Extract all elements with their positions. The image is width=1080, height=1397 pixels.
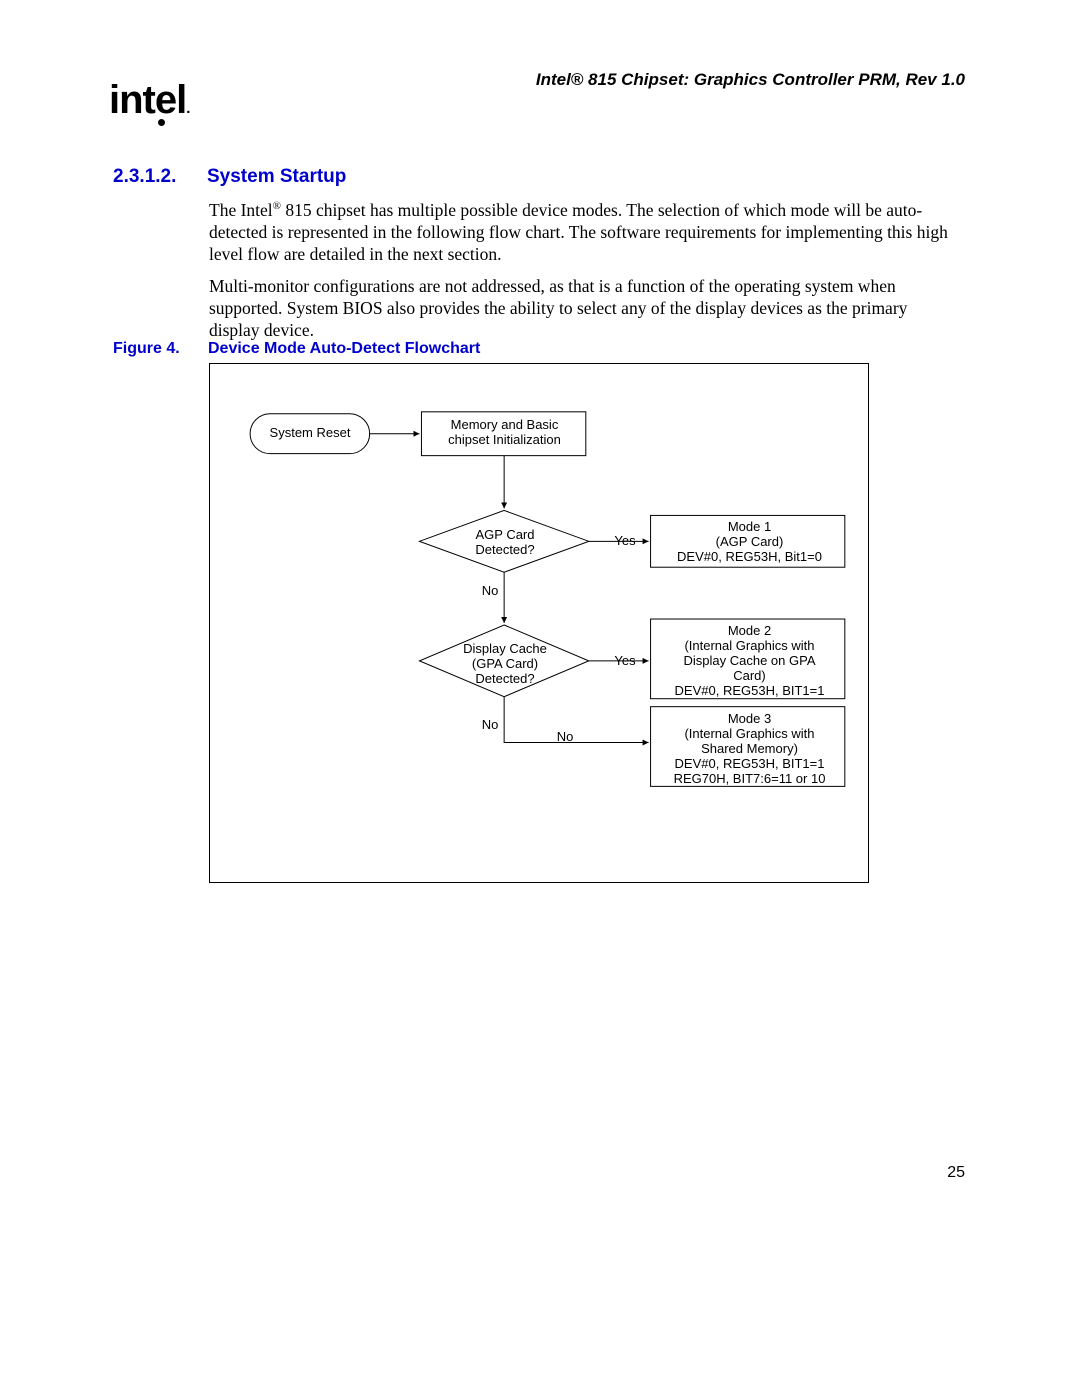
figure-title: Device Mode Auto-Detect Flowchart <box>208 340 480 357</box>
flow-decision-1: AGP CardDetected? <box>435 528 575 558</box>
doc-header-title: Intel® 815 Chipset: Graphics Controller … <box>536 70 965 90</box>
flow-no-3: No <box>550 730 580 745</box>
page-number: 25 <box>947 1164 965 1182</box>
flow-mode-3: Mode 3(Internal Graphics withShared Memo… <box>652 712 847 787</box>
intel-logo: intel. <box>109 78 189 123</box>
section-number: 2.3.1.2. <box>113 166 207 188</box>
flow-yes-2: Yes <box>605 654 645 669</box>
flow-no-1: No <box>475 584 505 599</box>
section-title: System Startup <box>207 166 346 187</box>
flow-yes-1: Yes <box>605 534 645 549</box>
flow-process-1: Memory and Basicchipset Initialization <box>422 418 587 448</box>
paragraph-1: The Intel® 815 chipset has multiple poss… <box>209 200 954 266</box>
paragraph-2: Multi-monitor configurations are not add… <box>209 276 954 342</box>
flowchart-panel: System Reset Memory and Basicchipset Ini… <box>209 363 869 883</box>
flow-decision-2: Display Cache(GPA Card)Detected? <box>435 642 575 687</box>
flow-no-2: No <box>475 718 505 733</box>
flow-mode-2: Mode 2(Internal Graphics withDisplay Cac… <box>652 624 847 699</box>
figure-caption: Figure 4.Device Mode Auto-Detect Flowcha… <box>113 340 480 358</box>
figure-number: Figure 4. <box>113 340 208 358</box>
section-heading: 2.3.1.2.System Startup <box>113 166 346 188</box>
flow-mode-1: Mode 1(AGP Card)DEV#0, REG53H, Bit1=0 <box>652 520 847 565</box>
flow-start: System Reset <box>250 426 370 441</box>
